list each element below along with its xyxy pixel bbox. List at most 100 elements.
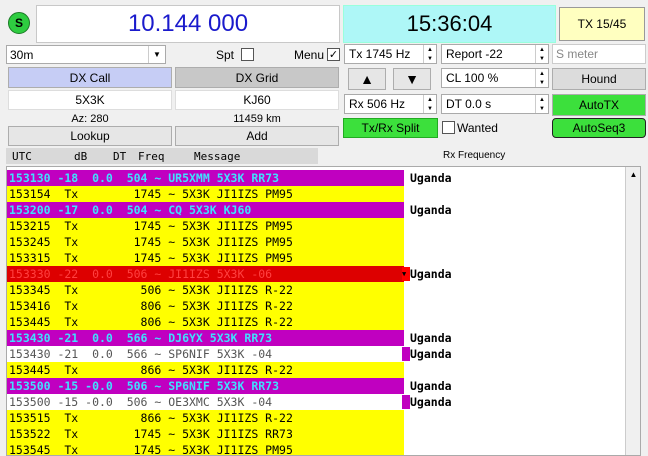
spt-label: Spt	[215, 47, 234, 62]
table-row[interactable]: 153445 Tx 806 ~ 5X3K JI1IZS R-22	[7, 314, 607, 330]
scrollbar[interactable]: ▲	[625, 167, 640, 455]
up-arrow-button[interactable]: ▲	[348, 68, 386, 90]
txrx-split-button[interactable]: Tx/Rx Split	[343, 118, 438, 138]
row-country: Uganda	[410, 171, 452, 185]
spin-down-icon[interactable]: ▼	[536, 104, 548, 113]
header-message: Message	[194, 150, 241, 163]
band-value: 30m	[10, 47, 34, 62]
row-country: Uganda	[410, 347, 452, 361]
table-row[interactable]: 153522 Tx 1745 ~ 5X3K JI1IZS RR73	[7, 426, 607, 442]
dt-spinbox[interactable]: DT 0.0 s ▲ ▼	[441, 94, 549, 114]
band-select[interactable]: 30m ▼	[6, 45, 166, 64]
row-message: 153315 Tx 1745 ~ 5X3K JI1IZS PM95	[7, 250, 404, 266]
row-message: 153430 -21 0.0 566 ~ SP6NIF 5X3K -04	[7, 346, 404, 363]
tx-freq-value: Tx 1745 Hz	[349, 47, 411, 61]
spin-down-icon[interactable]: ▼	[536, 54, 548, 63]
spin-up-icon[interactable]: ▲	[536, 45, 548, 54]
wanted-checkbox[interactable]	[442, 121, 455, 134]
decode-list[interactable]: 153130 -18 0.0 504 ~ UR5XMM 5X3K RR73 Uga…	[6, 166, 641, 456]
row-marker	[402, 347, 410, 361]
row-message: 153500 -15 -0.0 506 ~ OE3XMC 5X3K -04	[7, 394, 404, 411]
rx-freq-spinbox[interactable]: Rx 506 Hz ▲ ▼	[344, 94, 437, 114]
table-row[interactable]: 153130 -18 0.0 504 ~ UR5XMM 5X3K RR73 Uga…	[7, 170, 607, 186]
row-message: 153345 Tx 506 ~ 5X3K JI1IZS R-22	[7, 282, 404, 298]
table-row[interactable]: 153445 Tx 866 ~ 5X3K JI1IZS R-22	[7, 362, 607, 378]
dx-call-label: DX Call	[8, 67, 172, 88]
table-row[interactable]: 153200 -17 0.0 504 ~ CQ 5X3K KJ60 Uganda	[7, 202, 607, 218]
status-icon[interactable]: S	[8, 12, 30, 34]
add-button[interactable]: Add	[175, 126, 339, 146]
dx-grid-input[interactable]: KJ60	[175, 90, 339, 110]
lookup-button[interactable]: Lookup	[8, 126, 172, 146]
spin-up-icon[interactable]: ▲	[536, 69, 548, 78]
header-db: dB	[74, 150, 88, 163]
spin-up-icon[interactable]: ▲	[424, 95, 436, 104]
spin-down-icon[interactable]: ▼	[424, 54, 436, 63]
hound-button[interactable]: Hound	[552, 68, 646, 90]
row-message: 153430 -21 0.0 566 ~ DJ6YX 5X3K RR73	[7, 330, 404, 346]
row-message: 153500 -15 -0.0 506 ~ SP6NIF 5X3K RR73	[7, 378, 404, 394]
row-message: 153545 Tx 1745 ~ 5X3K JI1IZS PM95	[7, 442, 404, 455]
table-row[interactable]: 153500 -15 -0.0 506 ~ OE3XMC 5X3K -04 Uga…	[7, 394, 607, 411]
row-country: Uganda	[410, 267, 452, 281]
clock-display: 15:36:04	[343, 5, 556, 43]
table-row[interactable]: 153515 Tx 866 ~ 5X3K JI1IZS R-22	[7, 410, 607, 426]
down-arrow-button[interactable]: ▼	[393, 68, 431, 90]
rx-frequency-label: Rx Frequency	[443, 150, 506, 161]
spin-up-icon[interactable]: ▲	[424, 45, 436, 54]
table-row[interactable]: 153430 -21 0.0 566 ~ DJ6YX 5X3K RR73 Ugan…	[7, 330, 607, 346]
table-row[interactable]: 153430 -21 0.0 566 ~ SP6NIF 5X3K -04 Ugan…	[7, 346, 607, 363]
tx-counter-button[interactable]: TX 15/45	[559, 7, 645, 41]
row-message: 153130 -18 0.0 504 ~ UR5XMM 5X3K RR73	[7, 170, 404, 186]
dx-grid-label: DX Grid	[175, 67, 339, 88]
cl-spinbox[interactable]: CL 100 % ▲ ▼	[441, 68, 549, 88]
row-message: 153522 Tx 1745 ~ 5X3K JI1IZS RR73	[7, 426, 404, 442]
menu-checkbox[interactable]: ✓	[327, 48, 340, 61]
header-utc: UTC	[12, 150, 32, 163]
row-country: Uganda	[410, 395, 452, 409]
autotx-button[interactable]: AutoTX	[552, 94, 646, 116]
row-country: Uganda	[410, 379, 452, 393]
spt-checkbox[interactable]	[241, 48, 254, 61]
table-row[interactable]: 153500 -15 -0.0 506 ~ SP6NIF 5X3K RR73 Ug…	[7, 378, 607, 394]
row-marker	[402, 395, 410, 409]
row-marker: ▼	[402, 267, 410, 281]
scroll-up-icon[interactable]: ▲	[626, 167, 640, 182]
row-message: 153154 Tx 1745 ~ 5X3K JI1IZS PM95	[7, 186, 404, 202]
header-dt: DT	[113, 150, 127, 163]
spin-down-icon[interactable]: ▼	[424, 104, 436, 113]
tx-freq-spinbox[interactable]: Tx 1745 Hz ▲ ▼	[344, 44, 437, 64]
table-row[interactable]: 153215 Tx 1745 ~ 5X3K JI1IZS PM95	[7, 218, 607, 234]
azimuth-label: Az: 280	[71, 112, 109, 125]
distance-label: 11459 km	[233, 112, 281, 125]
dt-value: DT 0.0 s	[446, 97, 492, 111]
row-message: 153215 Tx 1745 ~ 5X3K JI1IZS PM95	[7, 218, 404, 234]
spin-down-icon[interactable]: ▼	[536, 78, 548, 87]
table-row[interactable]: 153330 -22 0.0 506 ~ JI1IZS 5X3K -06 ▼ Uga…	[7, 266, 607, 282]
spin-up-icon[interactable]: ▲	[536, 95, 548, 104]
wanted-label: Wanted	[457, 120, 498, 135]
row-message: 153515 Tx 866 ~ 5X3K JI1IZS R-22	[7, 410, 404, 426]
menu-label: Menu	[293, 47, 325, 62]
row-message: 153330 -22 0.0 506 ~ JI1IZS 5X3K -06	[7, 266, 404, 282]
rx-freq-value: Rx 506 Hz	[349, 97, 406, 111]
table-row[interactable]: 153154 Tx 1745 ~ 5X3K JI1IZS PM95	[7, 186, 607, 202]
cl-value: CL 100 %	[446, 71, 499, 85]
row-country: Uganda	[410, 203, 452, 217]
table-row[interactable]: 153416 Tx 806 ~ 5X3K JI1IZS R-22	[7, 298, 607, 314]
dx-call-input[interactable]: 5X3K	[8, 90, 172, 110]
autoseq-button[interactable]: AutoSeq3	[552, 118, 646, 138]
frequency-display: 10.144 000	[36, 5, 340, 43]
table-row[interactable]: 153545 Tx 1745 ~ 5X3K JI1IZS PM95	[7, 442, 607, 455]
row-country: Uganda	[410, 331, 452, 345]
table-row[interactable]: 153315 Tx 1745 ~ 5X3K JI1IZS PM95	[7, 250, 607, 266]
header-freq: Freq	[138, 150, 165, 163]
s-meter: S meter	[552, 44, 646, 64]
report-value: Report -22	[446, 47, 503, 61]
row-message: 153200 -17 0.0 504 ~ CQ 5X3K KJ60	[7, 202, 404, 218]
row-message: 153245 Tx 1745 ~ 5X3K JI1IZS PM95	[7, 234, 404, 250]
table-row[interactable]: 153245 Tx 1745 ~ 5X3K JI1IZS PM95	[7, 234, 607, 250]
report-spinbox[interactable]: Report -22 ▲ ▼	[441, 44, 549, 64]
decode-header: UTC dB DT Freq Message	[6, 148, 318, 164]
table-row[interactable]: 153345 Tx 506 ~ 5X3K JI1IZS R-22	[7, 282, 607, 298]
